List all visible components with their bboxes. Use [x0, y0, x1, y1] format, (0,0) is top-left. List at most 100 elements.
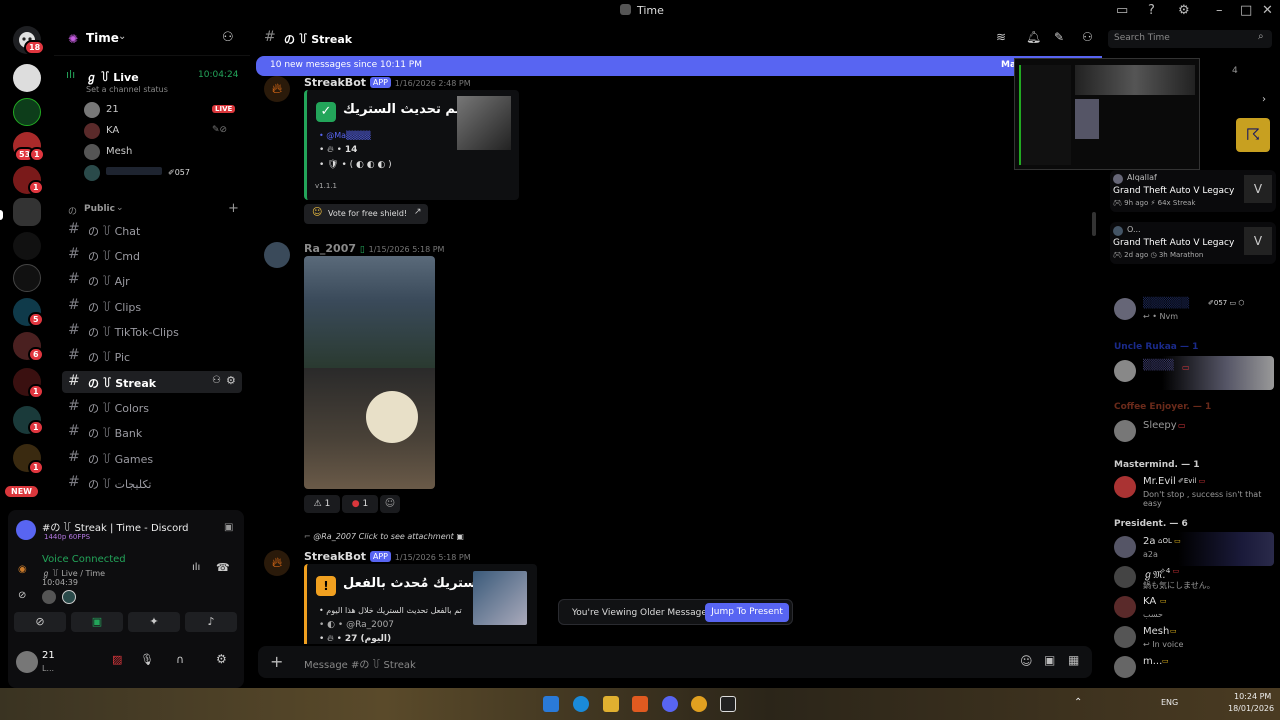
- stream-card[interactable]: #の ꒦ Streak | Time - Discord 1440p 60FPS…: [16, 516, 236, 544]
- member-row[interactable]: m... ▭: [1114, 652, 1274, 686]
- add-member-icon[interactable]: ⚇: [222, 30, 234, 45]
- soundboard-button[interactable]: ♪: [185, 612, 237, 632]
- add-reaction-icon[interactable]: ☺: [380, 495, 400, 513]
- disconnect-icon[interactable]: ☎: [216, 561, 230, 574]
- clock-date[interactable]: 18/01/2026: [1228, 704, 1274, 713]
- member-row[interactable]: 2a ⌂OL ▭ a2a: [1114, 532, 1274, 566]
- activity-card[interactable]: Alqallaf Grand Theft Auto V Legacy 🎮︎ 9h…: [1110, 170, 1276, 212]
- reply-reference[interactable]: ⌐ @Ra_2007 Click to see attachment ▣: [304, 532, 464, 541]
- embed-thumbnail[interactable]: [457, 96, 511, 150]
- pin-icon[interactable]: ✎: [1054, 30, 1064, 44]
- new-unreads-pill[interactable]: NEW: [5, 486, 38, 497]
- inbox-icon[interactable]: ▭: [1116, 3, 1128, 18]
- channel-chat[interactable]: # の ꒦ Chat: [62, 219, 242, 241]
- message-input[interactable]: Message #の ꒦ Streak: [304, 656, 416, 671]
- invite-icon[interactable]: ⚇: [212, 375, 221, 386]
- edge-icon[interactable]: [573, 696, 589, 712]
- tray-chevron-icon[interactable]: ⌃: [1074, 697, 1082, 708]
- mod-icon[interactable]: ⚙: [1178, 3, 1190, 18]
- close-icon[interactable]: ✕: [1262, 3, 1273, 18]
- stream-off-icon[interactable]: ▨: [112, 653, 122, 666]
- channel-pic[interactable]: # の ꒦ Pic: [62, 345, 242, 367]
- emoji-icon[interactable]: ☺: [1020, 654, 1033, 668]
- language-indicator[interactable]: ENG: [1161, 698, 1178, 707]
- settings-icon[interactable]: ⚙: [226, 374, 236, 387]
- chevron-right-icon[interactable]: ›: [1262, 94, 1266, 105]
- channel-games[interactable]: # の ꒦ Games: [62, 447, 242, 469]
- member-row[interactable]: KA ▭ حسب: [1114, 592, 1274, 626]
- discord-icon[interactable]: [662, 696, 678, 712]
- member-row[interactable]: Mesh ▭ ↩ In voice: [1114, 622, 1274, 656]
- embed-thumbnail[interactable]: [473, 571, 527, 625]
- headphones-icon[interactable]: ∩: [176, 653, 184, 666]
- add-attachment-icon[interactable]: +: [270, 652, 283, 671]
- stream-preview[interactable]: [1014, 58, 1200, 170]
- search-input[interactable]: Search Time ⌕: [1108, 30, 1272, 48]
- create-channel-icon[interactable]: +: [228, 201, 239, 216]
- channel-clips[interactable]: # の ꒦ Clips: [62, 295, 242, 317]
- noise-icon[interactable]: ılı: [192, 562, 200, 573]
- jump-to-present-button[interactable]: Jump To Present: [705, 603, 789, 622]
- activity-card[interactable]: O... Grand Theft Auto V Legacy 🎮︎ 2d ago…: [1110, 222, 1276, 264]
- clock-time[interactable]: 10:24 PM: [1234, 692, 1271, 701]
- server-icon-1[interactable]: [13, 64, 41, 92]
- server-icon-6[interactable]: [13, 232, 41, 260]
- image-attachment[interactable]: [304, 256, 435, 489]
- channel-cmd[interactable]: # の ꒦ Cmd: [62, 244, 242, 266]
- author-name[interactable]: StreakBot: [304, 76, 366, 89]
- voice-user-21[interactable]: 21 LIVE: [84, 102, 240, 120]
- microphone-icon[interactable]: 🎙︎: [140, 653, 154, 666]
- user-settings-icon[interactable]: ⚙: [216, 652, 227, 666]
- channel-bank[interactable]: # の ꒦ Bank: [62, 421, 242, 443]
- voice-channel-live[interactable]: ılı ℊ ꒦ Live 10:04:24: [64, 68, 244, 84]
- avatar[interactable]: [16, 651, 38, 673]
- chat-scrollbar[interactable]: [1092, 212, 1096, 236]
- apps-icon[interactable]: ▦: [1068, 653, 1079, 667]
- bot-avatar[interactable]: 🔥︎: [264, 76, 290, 102]
- reaction-1[interactable]: ⚠ 1: [304, 495, 340, 513]
- start-icon[interactable]: [543, 696, 559, 712]
- server-header[interactable]: ✺ Time ⌄ ⚇: [54, 22, 250, 56]
- member-row[interactable]: ℊ𝔐. ✧4 ▭ 鍋も気にしません。: [1114, 562, 1274, 596]
- server-icon-7[interactable]: [13, 264, 41, 292]
- obs-icon[interactable]: [720, 696, 736, 712]
- author-name[interactable]: StreakBot: [304, 550, 366, 563]
- channel-takleejat[interactable]: # の ꒦ تكليجات: [62, 472, 242, 494]
- server-icon-2[interactable]: [13, 98, 41, 126]
- author-name[interactable]: Ra_2007: [304, 242, 356, 255]
- screen-share-button[interactable]: ▣: [71, 612, 123, 632]
- channel-tiktok-clips[interactable]: # の ꒦ TikTok-Clips: [62, 320, 242, 342]
- activities-button[interactable]: ✦: [128, 612, 180, 632]
- mention[interactable]: • @Ma▒▒▒▒: [319, 131, 371, 140]
- app-icon[interactable]: [632, 696, 648, 712]
- voice-user-ka[interactable]: KA ✎⊘: [84, 123, 240, 141]
- channel-status[interactable]: Set a channel status: [86, 85, 168, 94]
- file-explorer-icon[interactable]: [603, 696, 619, 712]
- mention-text[interactable]: @Ra_2007: [346, 620, 394, 630]
- camera-off-button[interactable]: ⊘: [14, 612, 66, 632]
- chrome-icon[interactable]: [691, 696, 707, 712]
- member-row[interactable]: Sleepy ▭: [1114, 416, 1274, 450]
- vote-button[interactable]: ☺ Vote for free shield! ↗: [304, 204, 428, 224]
- maximize-icon[interactable]: □: [1240, 3, 1252, 18]
- members-icon[interactable]: ⚇: [1082, 30, 1093, 44]
- bot-avatar[interactable]: 🔥︎: [264, 550, 290, 576]
- channel-ajr[interactable]: # の ꒦ Ajr: [62, 269, 242, 291]
- channel-colors[interactable]: # の ꒦ Colors: [62, 396, 242, 418]
- server-icon-5[interactable]: [13, 198, 41, 226]
- channel-streak[interactable]: # の ꒦ Streak ⚇ ⚙: [62, 371, 242, 393]
- bell-icon[interactable]: 🔔︎: [1026, 30, 1041, 44]
- threads-icon[interactable]: ≋: [996, 30, 1006, 44]
- member-row[interactable]: Mr.Evil ✐Evil ▭ Don't stop , success isn…: [1114, 472, 1274, 508]
- new-messages-banner[interactable]: 10 new messages since 10:11 PM Ma: [256, 56, 1102, 76]
- member-row[interactable]: ▒▒▒▒▒▒ ✐057 ▭ ⬡ ↩ • Nvm: [1114, 294, 1274, 328]
- minimize-icon[interactable]: –: [1216, 3, 1223, 18]
- help-icon[interactable]: ?: [1148, 3, 1155, 18]
- game-icon[interactable]: ☈: [1236, 118, 1270, 152]
- member-row[interactable]: ▒▒▒▒ ▭: [1114, 356, 1274, 390]
- gif-icon[interactable]: ▣: [1044, 653, 1055, 667]
- voice-user-4[interactable]: ✐057: [84, 165, 240, 183]
- reaction-2[interactable]: ● 1: [342, 495, 378, 513]
- popout-icon[interactable]: ▣: [224, 522, 233, 533]
- category-public[interactable]: の Public ⌄ +: [68, 201, 240, 218]
